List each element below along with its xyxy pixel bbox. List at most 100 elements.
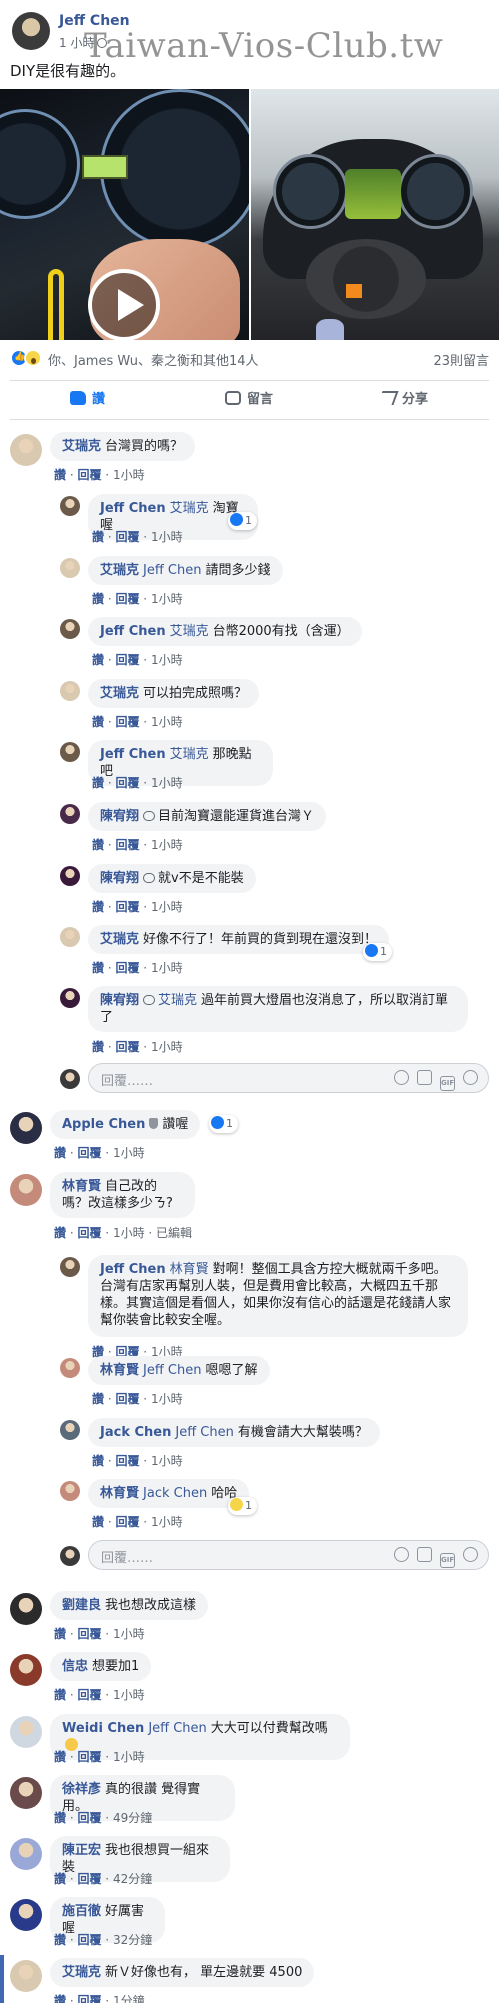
comment-time[interactable]: 1小時 [151, 592, 183, 606]
comment-reply-link[interactable]: 回覆 [77, 1872, 101, 1886]
commenter-avatar[interactable] [10, 1838, 42, 1870]
comment-like-link[interactable]: 讚 [54, 1872, 66, 1886]
commenter-avatar[interactable] [10, 1899, 42, 1931]
comment-like-link[interactable]: 讚 [54, 1933, 66, 1947]
comment-like-link[interactable]: 讚 [92, 838, 104, 852]
comment-mention[interactable]: Jeff Chen [175, 1425, 233, 1440]
comment-mention[interactable]: 艾瑞克 [170, 501, 209, 516]
comment-like-link[interactable]: 讚 [92, 1040, 104, 1054]
comment-reply-link[interactable]: 回覆 [77, 1750, 101, 1764]
comment-reply-link[interactable]: 回覆 [115, 1392, 139, 1406]
comment-mention[interactable]: Jack Chen [143, 1486, 207, 1501]
share-button[interactable]: 分享 [377, 381, 428, 419]
comment-reaction-count[interactable]: 1 [228, 1497, 257, 1515]
commenter-avatar[interactable] [10, 1112, 42, 1144]
comment-reaction-count[interactable]: 1 [228, 512, 257, 530]
comment-like-link[interactable]: 讚 [92, 961, 104, 975]
commenter-avatar[interactable] [60, 558, 80, 578]
commenter-avatar[interactable] [60, 988, 80, 1008]
comment-reply-link[interactable]: 回覆 [77, 1688, 101, 1702]
comment-mention[interactable]: Jeff Chen [143, 1363, 201, 1378]
commenter-avatar[interactable] [60, 742, 80, 762]
comment-like-link[interactable]: 讚 [54, 1750, 66, 1764]
commenter-avatar[interactable] [60, 681, 80, 701]
comment-mention[interactable]: 林育賢 [170, 1262, 209, 1277]
comment-reply-link[interactable]: 回覆 [115, 776, 139, 790]
comment-like-link[interactable]: 讚 [92, 530, 104, 544]
comment-like-link[interactable]: 讚 [92, 1515, 104, 1529]
commenter-avatar[interactable] [60, 804, 80, 824]
comment-like-link[interactable]: 讚 [92, 776, 104, 790]
emoji-icon[interactable] [394, 1547, 409, 1562]
comment-time[interactable]: 1小時 [151, 900, 183, 914]
comment-author[interactable]: Jeff Chen [100, 1262, 166, 1277]
comment-time[interactable]: 1小時 [151, 715, 183, 729]
edited-label[interactable]: 已編輯 [156, 1226, 192, 1240]
commenter-avatar[interactable] [60, 927, 80, 947]
comment-reply-link[interactable]: 回覆 [115, 653, 139, 667]
comment-author[interactable]: 林育賢 [100, 1486, 139, 1501]
comment-reply-link[interactable]: 回覆 [77, 1994, 101, 2003]
comment-author[interactable]: 艾瑞克 [100, 932, 139, 947]
comment-mention[interactable]: Jeff Chen [143, 563, 201, 578]
comment-like-link[interactable]: 讚 [54, 468, 66, 482]
reply-input[interactable]: 回覆…… GIF [88, 1540, 489, 1570]
comment-author[interactable]: 艾瑞克 [62, 439, 101, 454]
comment-like-link[interactable]: 讚 [54, 1994, 66, 2003]
comment-reply-link[interactable]: 回覆 [77, 1933, 101, 1947]
comment-time[interactable]: 1小時 [113, 1750, 145, 1764]
commenter-avatar[interactable] [10, 1716, 42, 1748]
wow-reaction-icon[interactable] [24, 349, 42, 367]
comment-like-link[interactable]: 讚 [54, 1226, 66, 1240]
comment-reply-link[interactable]: 回覆 [115, 1040, 139, 1054]
comment-author[interactable]: Jeff Chen [100, 747, 166, 762]
commenter-avatar[interactable] [60, 619, 80, 639]
comment-reply-link[interactable]: 回覆 [77, 1226, 101, 1240]
gif-icon[interactable]: GIF [440, 1553, 455, 1568]
comment-time[interactable]: 1分鐘 [113, 1994, 145, 2003]
comment-author[interactable]: 林育賢 [62, 1179, 101, 1194]
comment-reply-link[interactable]: 回覆 [77, 1146, 101, 1160]
comment-time[interactable]: 1小時 [151, 530, 183, 544]
sticker-icon[interactable] [463, 1547, 478, 1562]
comment-author[interactable]: 艾瑞克 [62, 1965, 101, 1980]
comment-author[interactable]: Apple Chen [62, 1117, 145, 1132]
camera-icon[interactable] [417, 1070, 432, 1085]
comment-like-link[interactable]: 讚 [92, 592, 104, 606]
commenter-avatar[interactable] [60, 1257, 80, 1277]
comment-reply-link[interactable]: 回覆 [115, 715, 139, 729]
comment-time[interactable]: 49分鐘 [113, 1811, 152, 1825]
comment-reply-link[interactable]: 回覆 [115, 900, 139, 914]
comment-author[interactable]: Jeff Chen [100, 624, 166, 639]
comment-like-link[interactable]: 讚 [92, 653, 104, 667]
comment-reply-link[interactable]: 回覆 [115, 1454, 139, 1468]
emoji-icon[interactable] [394, 1070, 409, 1085]
comment-like-link[interactable]: 讚 [54, 1811, 66, 1825]
commenter-avatar[interactable] [60, 866, 80, 886]
comment-time[interactable]: 1小時 [151, 961, 183, 975]
comment-author[interactable]: 陳宥翔 [100, 809, 139, 824]
commenter-avatar[interactable] [60, 496, 80, 516]
comment-like-link[interactable]: 讚 [54, 1688, 66, 1702]
comment-reply-link[interactable]: 回覆 [115, 530, 139, 544]
comment-author[interactable]: 陳宥翔 [100, 993, 139, 1008]
commenter-avatar[interactable] [60, 1358, 80, 1378]
comment-button[interactable]: 留言 [225, 381, 273, 419]
comment-author[interactable]: 艾瑞克 [100, 686, 139, 701]
comment-time[interactable]: 1小時 [113, 1688, 145, 1702]
comment-author[interactable]: 劉建良 [62, 1598, 101, 1613]
commenter-avatar[interactable] [60, 1420, 80, 1440]
comment-like-link[interactable]: 讚 [92, 900, 104, 914]
commenter-avatar[interactable] [10, 1174, 42, 1206]
comment-time[interactable]: 1小時 [151, 1515, 183, 1529]
comment-reply-link[interactable]: 回覆 [77, 468, 101, 482]
play-icon[interactable] [88, 269, 160, 340]
comment-time[interactable]: 1小時 [151, 838, 183, 852]
comment-reaction-count[interactable]: 1 [363, 943, 392, 961]
commenter-avatar[interactable] [60, 1481, 80, 1501]
reply-input[interactable]: 回覆…… GIF [88, 1063, 489, 1093]
comment-reply-link[interactable]: 回覆 [77, 1811, 101, 1825]
comment-reply-link[interactable]: 回覆 [115, 1515, 139, 1529]
comment-time[interactable]: 1小時 [151, 1454, 183, 1468]
comment-reply-link[interactable]: 回覆 [77, 1627, 101, 1641]
